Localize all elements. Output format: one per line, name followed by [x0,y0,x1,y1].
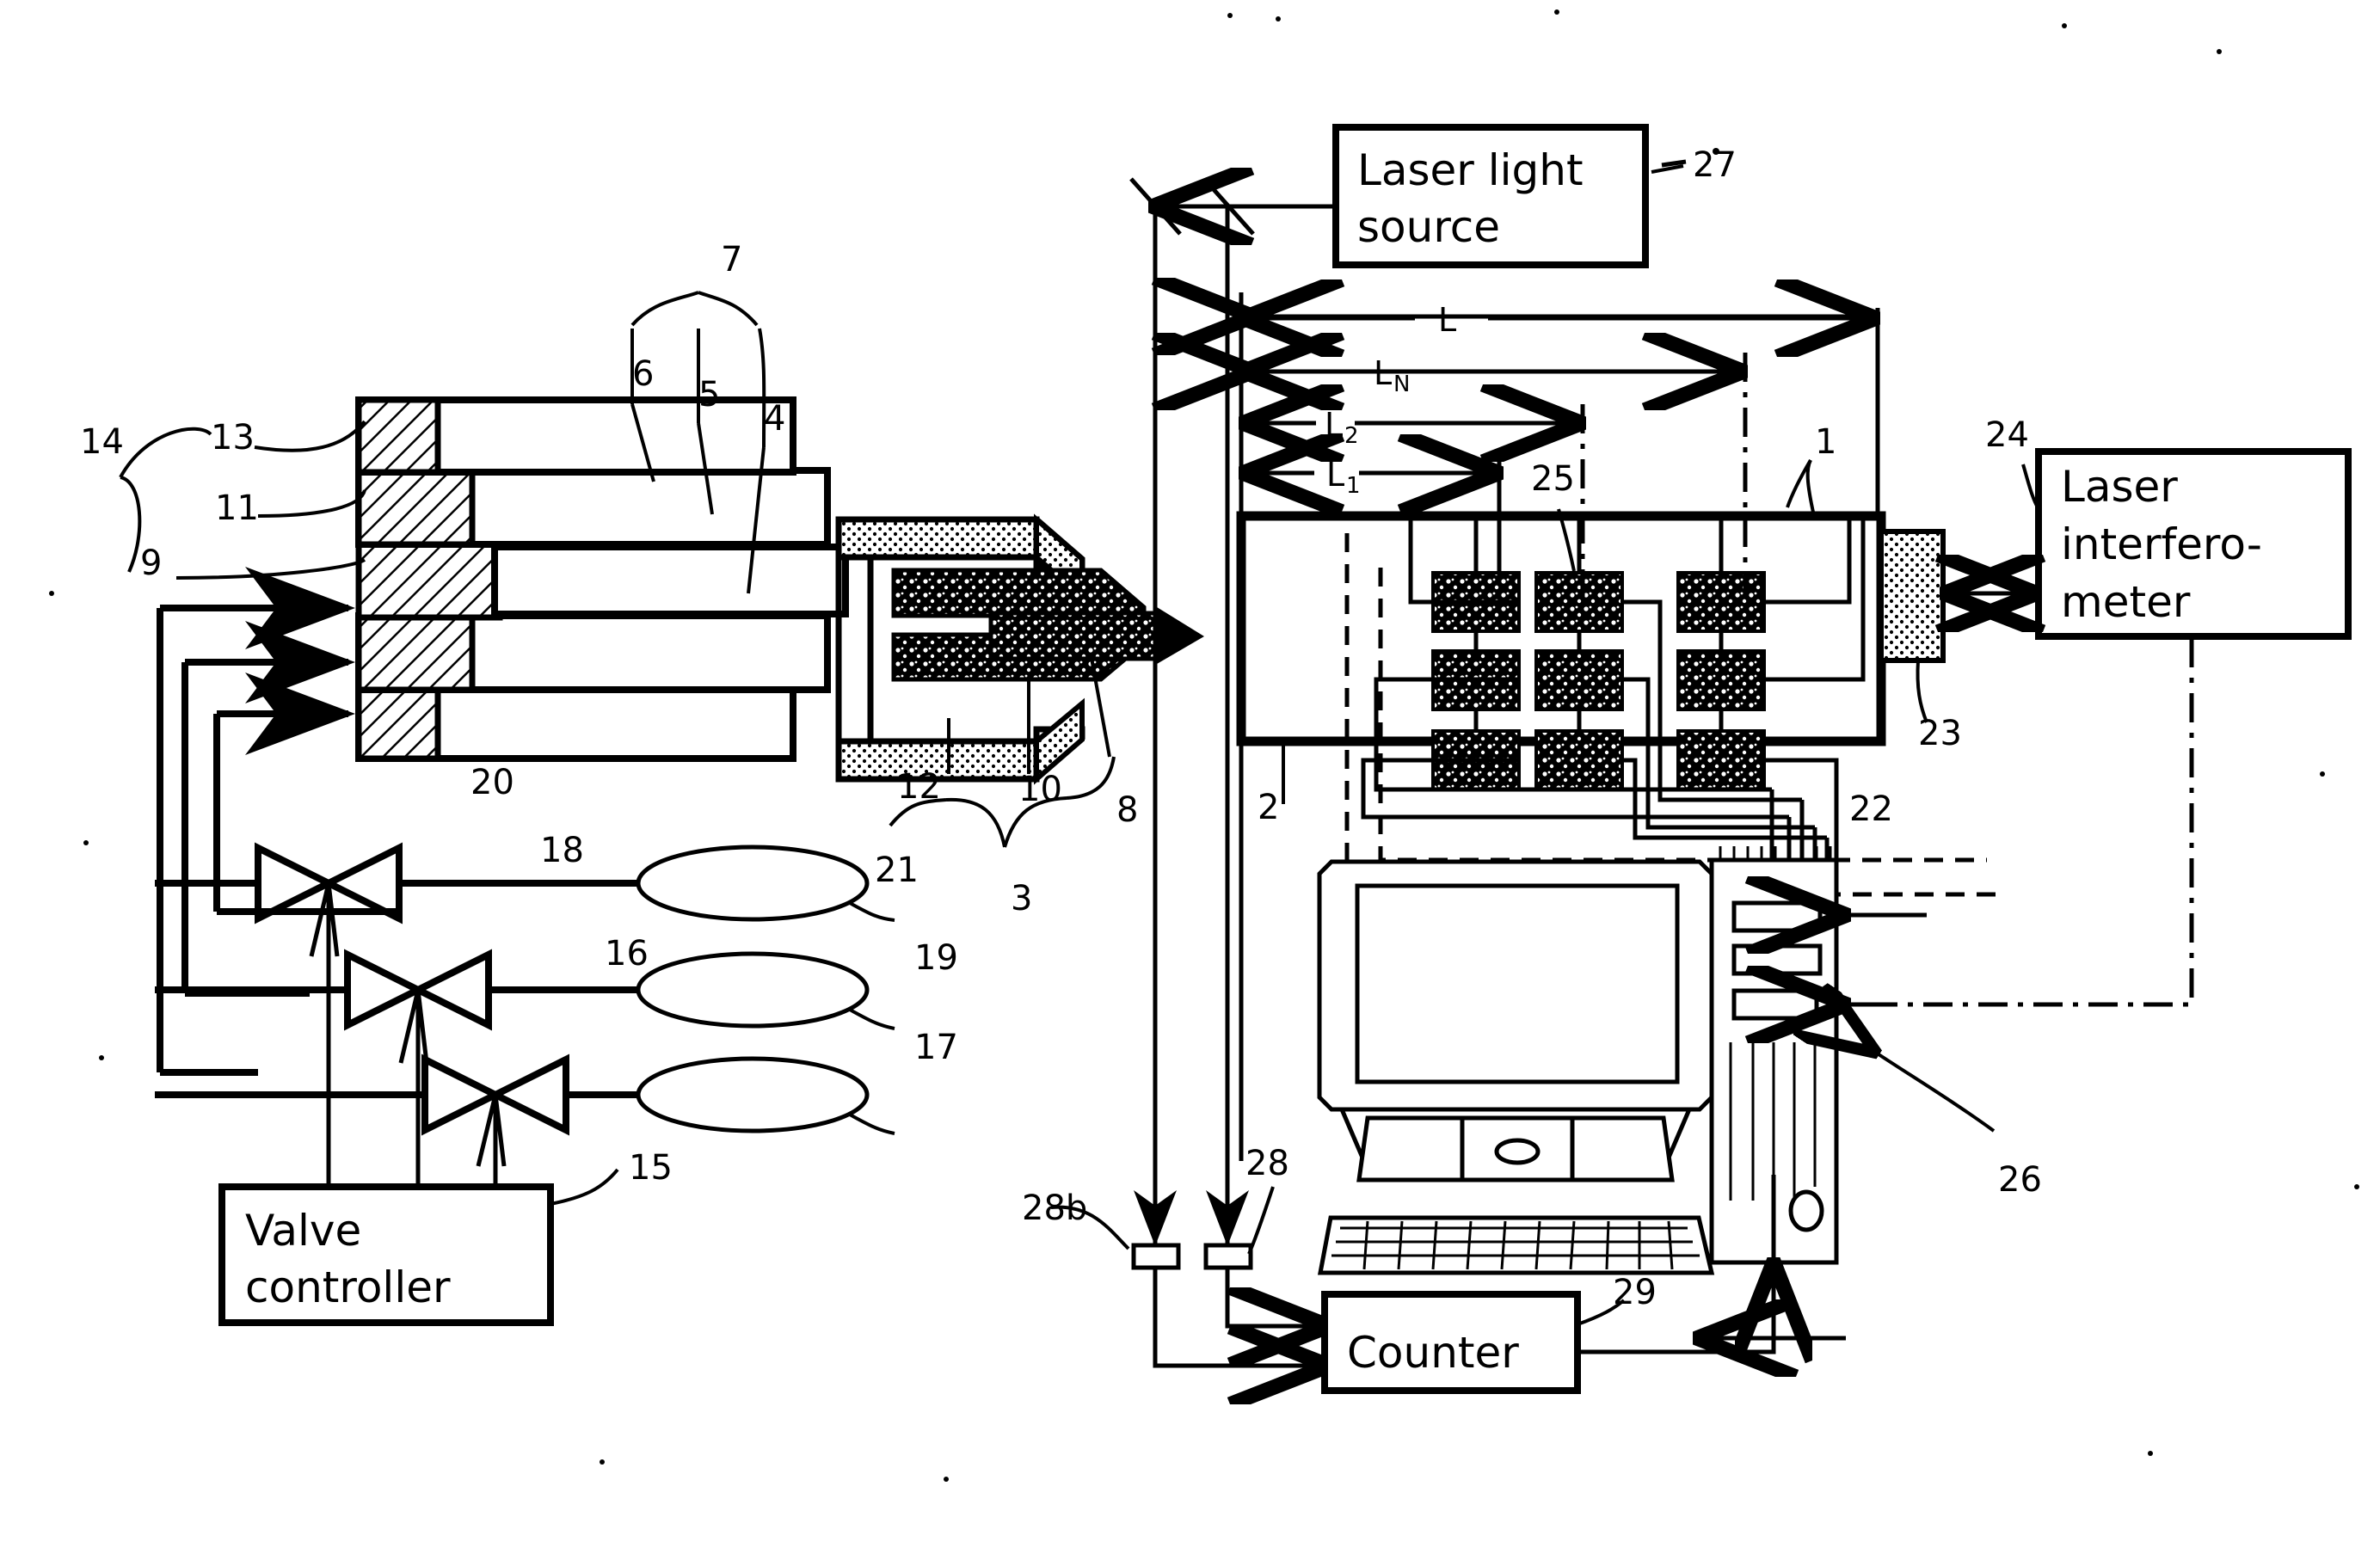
ref-25: 25 [1531,459,1575,499]
ref-14: 14 [80,422,124,462]
ref-28-left: 28b [1022,1189,1087,1228]
svg-text:N: N [1393,372,1410,397]
patent-figure-canvas: Laser light source Laser interfero- mete… [0,0,2380,1554]
interferometer-line1: Laser [2061,462,2178,512]
ref-1: 1 [1815,422,1836,462]
valve-controller-line2: controller [245,1262,451,1312]
ref-23: 23 [1918,714,1962,753]
ref-24: 24 [1985,415,2029,455]
drive-bay-2 [1731,943,1823,976]
svg-text:1: 1 [1346,473,1361,499]
laser-source-line2: source [1357,202,1500,252]
ref-7: 7 [721,240,742,279]
drive-bay-1 [1731,900,1823,933]
valve-16 [155,1053,638,1187]
ref-19: 19 [914,938,958,978]
ref-15: 15 [629,1148,673,1188]
power-button [1788,1189,1824,1232]
monitor-screen [1355,883,1680,1084]
ref-9: 9 [140,544,162,583]
dim-label-L2: L 2 [1325,406,1359,449]
ref-26: 26 [1998,1160,2042,1200]
dim-label-L: L [1438,301,1456,339]
ref-22: 22 [1849,789,1893,829]
svg-text:L: L [1326,456,1344,494]
ref-5: 5 [698,375,720,415]
interferometer-line2: interfero- [2061,519,2262,569]
photodetector-b [1203,1243,1253,1270]
valve-train [155,842,895,1187]
photodetector-a [1131,1243,1181,1270]
valve-20 [155,842,638,1187]
svg-text:L: L [1438,301,1456,339]
laser-source-line1: Laser light [1357,145,1584,195]
computer-workstation [1317,846,1996,1338]
ref-27: 27 [1693,145,1737,185]
svg-text:2: 2 [1344,423,1359,449]
dim-label-L1: L 1 [1326,456,1361,499]
ref-8: 8 [1116,790,1138,830]
gas-cylinder-21 [636,845,870,922]
ref-17: 17 [914,1028,958,1067]
ref-16: 16 [605,934,649,974]
ref-28-right: 28 [1245,1144,1289,1183]
ref-13: 13 [211,418,255,458]
ref-20: 20 [470,763,514,802]
ref-3: 3 [1011,879,1032,918]
keyboard [1317,1215,1715,1275]
ref-29: 29 [1613,1273,1657,1312]
ref-11: 11 [215,488,259,528]
gas-cylinder-17 [636,1056,870,1133]
ref-2: 2 [1258,788,1279,827]
figure-svg: Laser light source Laser interfero- mete… [49,9,2359,1482]
valve-controller-line1: Valve [245,1206,361,1256]
ref-4: 4 [764,399,785,439]
ref-21: 21 [875,851,919,890]
drive-bay-3 [1731,988,1819,1021]
counter-label: Counter [1347,1328,1519,1378]
monitor-power-led [1494,1138,1541,1165]
gas-cylinder-19 [636,951,870,1029]
svg-text:L: L [1374,354,1392,392]
svg-text:L: L [1325,406,1343,444]
ref-10: 10 [1018,770,1062,809]
dim-label-LN: L N [1374,354,1410,397]
interferometer-line3: meter [2061,577,2191,627]
ref-6: 6 [632,354,654,394]
ref-18: 18 [540,831,584,870]
ref-12: 12 [897,767,941,807]
